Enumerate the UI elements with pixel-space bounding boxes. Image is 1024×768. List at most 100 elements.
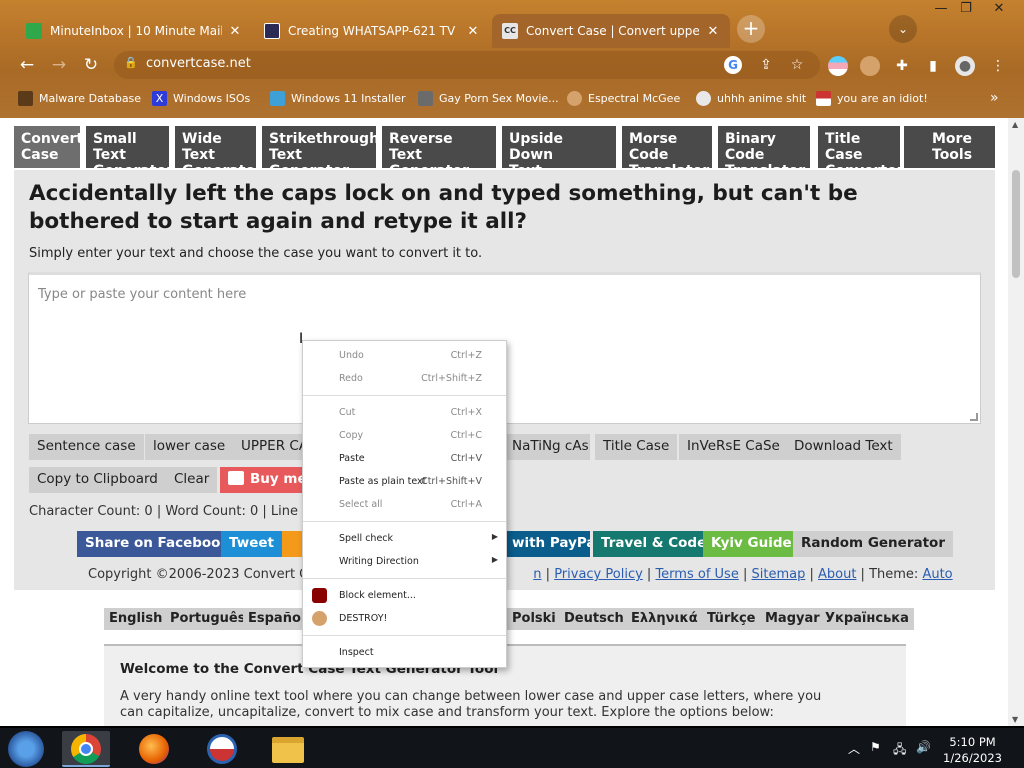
lower-case-button[interactable]: lower case bbox=[145, 434, 234, 460]
bookmarks-more-icon[interactable]: » bbox=[990, 88, 999, 108]
nav-reverse[interactable]: ReverseText Generator bbox=[382, 126, 496, 179]
lang-english[interactable]: English bbox=[104, 608, 168, 630]
bookmark-item[interactable]: Gay Porn Sex Movie... bbox=[418, 88, 559, 108]
bookmark-star-icon[interactable]: ☆ bbox=[788, 56, 806, 74]
nav-title-case[interactable]: Title CaseConverter bbox=[818, 126, 903, 179]
profile-extension-icon[interactable] bbox=[860, 56, 880, 76]
scroll-down-icon[interactable]: ▼ bbox=[1012, 715, 1018, 724]
new-tab-button[interactable]: + bbox=[737, 15, 765, 43]
download-text-button[interactable]: Download Text bbox=[786, 434, 901, 460]
menu-paste-plain[interactable]: Paste as plain text Ctrl+Shift+V bbox=[303, 472, 506, 492]
bookmark-item[interactable]: Windows 11 Installer bbox=[270, 88, 406, 108]
terms-link[interactable]: Terms of Use bbox=[655, 567, 738, 582]
menu-select-all[interactable]: Select all Ctrl+A bbox=[303, 495, 506, 515]
close-tab-icon[interactable]: ✕ bbox=[466, 24, 480, 39]
nav-small-text[interactable]: Small TextGenerator bbox=[86, 126, 173, 179]
nav-morse[interactable]: Morse CodeTranslator bbox=[622, 126, 712, 179]
alternating-case-button[interactable]: NaTiNg cAsE bbox=[504, 434, 590, 460]
nav-convert-case[interactable]: Convert Case bbox=[14, 126, 83, 168]
nav-strikethrough[interactable]: StrikethroughText Generator bbox=[262, 126, 379, 179]
close-tab-icon[interactable]: ✕ bbox=[706, 24, 720, 39]
resize-handle[interactable] bbox=[970, 413, 978, 421]
extension-flag-icon[interactable] bbox=[828, 56, 848, 76]
system-clock[interactable]: 5:10 PM 1/26/2023 bbox=[943, 734, 1002, 766]
page-scrollbar[interactable]: ▲ ▼ bbox=[1008, 118, 1024, 726]
menu-copy[interactable]: Copy Ctrl+C bbox=[303, 426, 506, 446]
privacy-link[interactable]: Privacy Policy bbox=[554, 567, 643, 582]
lang-portuguese[interactable]: Português bbox=[165, 608, 251, 630]
network-icon[interactable]: 🖧 bbox=[893, 740, 906, 761]
menu-cut[interactable]: Cut Ctrl+X bbox=[303, 403, 506, 423]
forward-icon[interactable]: → bbox=[48, 54, 70, 76]
copy-clipboard-button[interactable]: Copy to Clipboard bbox=[29, 467, 166, 493]
chrome-taskbar-icon[interactable] bbox=[62, 731, 110, 767]
tray-chevron-icon[interactable]: ︿ bbox=[848, 740, 860, 757]
tab-convertcase[interactable]: CC Convert Case | Convert upper cas ✕ bbox=[492, 14, 730, 48]
nav-wide-text[interactable]: Wide TextGenerator bbox=[175, 126, 262, 179]
lang-ukrainian[interactable]: Українська bbox=[820, 608, 914, 630]
volume-icon[interactable]: 🔊 bbox=[916, 740, 931, 754]
theme-toggle[interactable]: Auto bbox=[922, 567, 952, 582]
menu-writing-direction[interactable]: Writing Direction ▶ bbox=[303, 552, 506, 572]
start-button-icon[interactable] bbox=[8, 731, 44, 767]
google-icon[interactable]: G bbox=[724, 56, 742, 74]
reload-icon[interactable]: ↻ bbox=[80, 54, 102, 76]
nav-more-tools[interactable]: More Tools bbox=[904, 126, 995, 168]
random-generator-button[interactable]: Random Generator bbox=[793, 531, 953, 557]
bookmark-item[interactable]: Malware Database bbox=[18, 88, 141, 108]
back-icon[interactable]: ← bbox=[16, 54, 38, 76]
bookmark-item[interactable]: you are an idiot! bbox=[816, 88, 928, 108]
scrollbar-thumb[interactable] bbox=[1012, 170, 1020, 278]
nav-binary[interactable]: Binary CodeTranslator bbox=[718, 126, 810, 179]
buy-me-coffee-button[interactable]: Buy me bbox=[220, 467, 302, 493]
bookmark-item[interactable]: uhhh anime shit bbox=[696, 88, 806, 108]
kyiv-guide-button[interactable]: Kyiv Guide bbox=[703, 531, 800, 557]
lang-hungarian[interactable]: Magyar bbox=[760, 608, 825, 630]
title-case-button[interactable]: Title Case bbox=[595, 434, 678, 460]
scroll-up-icon[interactable]: ▲ bbox=[1012, 120, 1018, 129]
obama-logo-taskbar-icon[interactable] bbox=[198, 731, 246, 767]
close-tab-icon[interactable]: ✕ bbox=[228, 24, 242, 39]
inverse-case-button[interactable]: InVeRsE CaSe bbox=[679, 434, 788, 460]
sentence-case-button[interactable]: Sentence case bbox=[29, 434, 144, 460]
sitemap-link[interactable]: Sitemap bbox=[751, 567, 805, 582]
bookmark-item[interactable]: Espectral McGee bbox=[567, 88, 680, 108]
about-link[interactable]: About bbox=[818, 567, 856, 582]
share-facebook-button[interactable]: Share on Facebook bbox=[77, 531, 238, 557]
menu-inspect[interactable]: Inspect bbox=[303, 643, 506, 663]
share-icon[interactable]: ⇪ bbox=[757, 56, 775, 74]
firefox-taskbar-icon[interactable] bbox=[130, 731, 178, 767]
nav-upside-down[interactable]: Upside DownText Generator bbox=[502, 126, 616, 195]
footer-link[interactable]: n bbox=[533, 567, 541, 582]
menu-undo[interactable]: Undo Ctrl+Z bbox=[303, 346, 506, 366]
tab-whatsapp[interactable]: Creating WHATSAPP-621 TV | Fli ✕ bbox=[254, 14, 490, 48]
welcome-text: A very handy online text tool where you … bbox=[120, 689, 822, 720]
profile-avatar-icon[interactable]: ● bbox=[955, 56, 975, 76]
address-bar[interactable]: 🔒 convertcase.net G ⇪ ☆ bbox=[114, 51, 820, 79]
menu-block-element[interactable]: Block element... bbox=[303, 586, 506, 606]
travel-code-button[interactable]: Travel & Code bbox=[593, 531, 715, 557]
menu-kebab-icon[interactable]: ⋮ bbox=[988, 56, 1008, 76]
clear-button[interactable]: Clear bbox=[166, 467, 218, 493]
site-icon bbox=[264, 23, 280, 39]
paypal-button[interactable]: with PayPal bbox=[504, 531, 590, 557]
menu-redo[interactable]: Redo Ctrl+Shift+Z bbox=[303, 369, 506, 389]
action-center-flag-icon[interactable]: ⚑ bbox=[870, 740, 881, 754]
menu-paste[interactable]: Paste Ctrl+V bbox=[303, 449, 506, 469]
tweet-button[interactable]: Tweet bbox=[221, 531, 282, 557]
menu-spell-check[interactable]: Spell check ▶ bbox=[303, 529, 506, 549]
lang-turkish[interactable]: Türkçe bbox=[702, 608, 761, 630]
share-orange-button[interactable] bbox=[282, 531, 302, 557]
bookmark-item[interactable]: X Windows ISOs bbox=[152, 88, 250, 108]
tab-minuteinbox[interactable]: MinuteInbox | 10 Minute Mail Ad ✕ bbox=[16, 14, 252, 48]
lang-greek[interactable]: Ελληνικά bbox=[626, 608, 703, 630]
side-panel-icon[interactable]: ▮ bbox=[923, 56, 943, 76]
lang-polish[interactable]: Polski bbox=[507, 608, 561, 630]
lang-spanish[interactable]: Español bbox=[243, 608, 311, 630]
file-explorer-taskbar-icon[interactable] bbox=[264, 731, 312, 767]
tab-search-icon[interactable]: ⌄ bbox=[889, 15, 917, 43]
extensions-puzzle-icon[interactable]: ✚ bbox=[892, 56, 912, 76]
menu-destroy[interactable]: DESTROY! bbox=[303, 609, 506, 629]
upper-case-button[interactable]: UPPER CA bbox=[233, 434, 303, 460]
lang-german[interactable]: Deutsch bbox=[559, 608, 629, 630]
